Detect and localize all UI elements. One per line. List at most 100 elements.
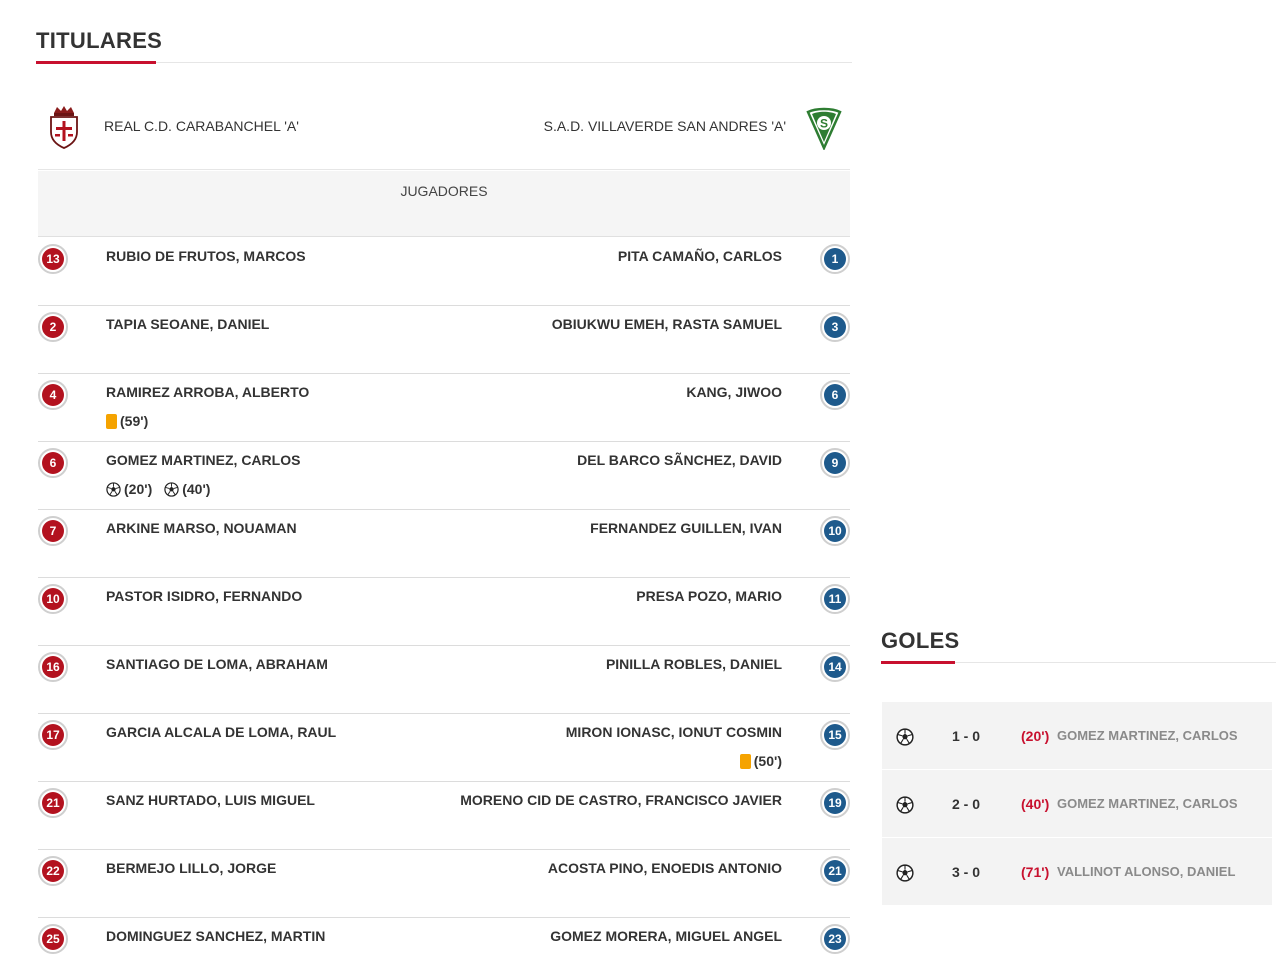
away-player-number-badge: 15 xyxy=(820,720,850,750)
away-player-number: 10 xyxy=(824,520,846,542)
lineup-row: 10 PASTOR ISIDRO, FERNANDO 11 PRESA POZO, M… xyxy=(38,578,850,646)
home-player-name[interactable]: ARKINE MARSO, NOUAMAN xyxy=(106,520,297,536)
away-player-name[interactable]: DEL BARCO SÃNCHEZ, DAVID xyxy=(577,452,782,468)
lineup-row: 22 BERMEJO LILLO, JORGE 21 ACOSTA PINO, ENO… xyxy=(38,850,850,918)
goal-score: 2 - 0 xyxy=(952,796,981,812)
home-player-number-badge: 10 xyxy=(38,584,68,614)
home-team-name[interactable]: REAL C.D. CARABANCHEL 'A' xyxy=(104,118,299,134)
goal-event: (40') xyxy=(164,481,210,497)
away-player-number-badge: 3 xyxy=(820,312,850,342)
away-team-name[interactable]: S.A.D. VILLAVERDE SAN ANDRES 'A' xyxy=(544,118,786,134)
home-player-number-badge: 21 xyxy=(38,788,68,818)
lineup-row: 4 RAMIREZ ARROBA, ALBERTO (59') 6 KANG, JIWO… xyxy=(38,374,850,442)
home-player-name[interactable]: BERMEJO LILLO, JORGE xyxy=(106,860,276,876)
away-player-name[interactable]: KANG, JIWOO xyxy=(686,384,782,400)
goal-scorer-name[interactable]: VALLINOT ALONSO, DANIEL xyxy=(1057,864,1235,879)
away-player-number: 23 xyxy=(824,928,846,950)
event-minute: (20') xyxy=(124,481,153,497)
booking-event: (59') xyxy=(106,413,148,429)
home-player-number: 17 xyxy=(42,724,64,746)
home-player-number: 13 xyxy=(42,248,64,270)
goles-title: GOLES xyxy=(881,628,960,653)
home-player-name[interactable]: RAMIREZ ARROBA, ALBERTO xyxy=(106,384,309,400)
away-player-number: 19 xyxy=(824,792,846,814)
goal-score: 3 - 0 xyxy=(952,864,981,880)
home-player-name[interactable]: DOMINGUEZ SANCHEZ, MARTIN xyxy=(106,928,325,944)
away-player-number: 14 xyxy=(824,656,846,678)
goal-minute: (20') xyxy=(1021,728,1050,744)
titulares-divider xyxy=(36,62,852,63)
home-player-name[interactable]: GOMEZ MARTINEZ, CARLOS xyxy=(106,452,300,468)
home-player-number-badge: 13 xyxy=(38,244,68,274)
home-player-number: 2 xyxy=(42,316,64,338)
home-player-name[interactable]: SANZ HURTADO, LUIS MIGUEL xyxy=(106,792,315,808)
home-player-number: 10 xyxy=(42,588,64,610)
lineup-row: 13 RUBIO DE FRUTOS, MARCOS 1 PITA CAMAÑO, C… xyxy=(38,238,850,306)
away-player-number: 11 xyxy=(824,588,846,610)
away-player-number-badge: 14 xyxy=(820,652,850,682)
away-player-number: 1 xyxy=(824,248,846,270)
goles-accent-bar xyxy=(881,661,955,664)
away-player-name[interactable]: MIRON IONASC, IONUT COSMIN xyxy=(566,724,782,740)
away-player-name[interactable]: PRESA POZO, MARIO xyxy=(636,588,782,604)
goal-minute: (40') xyxy=(1021,796,1050,812)
titulares-title: TITULARES xyxy=(36,28,163,53)
home-player-events: (20') (40') xyxy=(106,481,210,497)
yellow-card-icon xyxy=(739,753,751,769)
home-player-number: 21 xyxy=(42,792,64,814)
away-player-name[interactable]: OBIUKWU EMEH, RASTA SAMUEL xyxy=(552,316,782,332)
away-player-name[interactable]: MORENO CID DE CASTRO, FRANCISCO JAVIER xyxy=(460,792,782,808)
away-player-number-badge: 6 xyxy=(820,380,850,410)
home-player-number: 25 xyxy=(42,928,64,950)
away-player-number-badge: 10 xyxy=(820,516,850,546)
goals-list: 1 - 0 (20') GOMEZ MARTINEZ, CARLOS 2 - 0 (40… xyxy=(882,702,1272,906)
home-player-name[interactable]: TAPIA SEOANE, DANIEL xyxy=(106,316,269,332)
home-player-name[interactable]: RUBIO DE FRUTOS, MARCOS xyxy=(106,248,306,264)
goal-row: 3 - 0 (71') VALLINOT ALONSO, DANIEL xyxy=(882,838,1272,906)
goal-scorer-name[interactable]: GOMEZ MARTINEZ, CARLOS xyxy=(1057,728,1238,743)
home-player-number: 6 xyxy=(42,452,64,474)
home-player-name[interactable]: GARCIA ALCALA DE LOMA, RAUL xyxy=(106,724,336,740)
away-player-events: (50') xyxy=(739,753,782,769)
soccer-ball-icon xyxy=(106,481,121,497)
away-player-number-badge: 11 xyxy=(820,584,850,614)
goal-row: 2 - 0 (40') GOMEZ MARTINEZ, CARLOS xyxy=(882,770,1272,838)
soccer-ball-icon xyxy=(896,864,914,882)
away-player-number: 15 xyxy=(824,724,846,746)
away-player-name[interactable]: PITA CAMAÑO, CARLOS xyxy=(618,248,782,264)
soccer-ball-icon xyxy=(896,796,914,814)
yellow-card-icon xyxy=(106,413,117,429)
home-player-number-badge: 2 xyxy=(38,312,68,342)
away-player-number: 21 xyxy=(824,860,846,882)
event-minute: (59') xyxy=(120,413,149,429)
players-header-label: JUGADORES xyxy=(400,183,488,199)
teams-row: REAL C.D. CARABANCHEL 'A' S.A.D. VILLAVE… xyxy=(38,94,850,170)
away-player-name[interactable]: FERNANDEZ GUILLEN, IVAN xyxy=(590,520,782,536)
event-minute: (40') xyxy=(182,481,211,497)
away-player-name[interactable]: ACOSTA PINO, ENOEDIS ANTONIO xyxy=(548,860,782,876)
away-player-number-badge: 19 xyxy=(820,788,850,818)
away-player-number-badge: 23 xyxy=(820,924,850,954)
home-player-events: (59') xyxy=(106,413,148,429)
away-player-name[interactable]: GOMEZ MORERA, MIGUEL ANGEL xyxy=(550,928,782,944)
event-minute: (50') xyxy=(753,753,782,769)
home-player-name[interactable]: SANTIAGO DE LOMA, ABRAHAM xyxy=(106,656,328,672)
away-player-number: 3 xyxy=(824,316,846,338)
away-player-number-badge: 21 xyxy=(820,856,850,886)
goal-scorer-name[interactable]: GOMEZ MARTINEZ, CARLOS xyxy=(1057,796,1238,811)
away-player-number: 6 xyxy=(824,384,846,406)
soccer-ball-icon xyxy=(164,481,179,497)
home-player-name[interactable]: PASTOR ISIDRO, FERNANDO xyxy=(106,588,302,604)
away-player-number: 9 xyxy=(824,452,846,474)
home-player-number: 7 xyxy=(42,520,64,542)
lineup-row: 21 SANZ HURTADO, LUIS MIGUEL 19 MORENO CID … xyxy=(38,782,850,850)
goal-score: 1 - 0 xyxy=(952,728,981,744)
home-team-crest-icon[interactable] xyxy=(46,104,82,150)
away-player-name[interactable]: PINILLA ROBLES, DANIEL xyxy=(606,656,782,672)
home-player-number-badge: 6 xyxy=(38,448,68,478)
lineup-row: 2 TAPIA SEOANE, DANIEL 3 OBIUKWU EMEH, RAST… xyxy=(38,306,850,374)
home-player-number-badge: 17 xyxy=(38,720,68,750)
lineup-row: 16 SANTIAGO DE LOMA, ABRAHAM 14 PINILLA ROB… xyxy=(38,646,850,714)
home-player-number: 4 xyxy=(42,384,64,406)
away-team-crest-icon[interactable]: S xyxy=(806,104,842,150)
